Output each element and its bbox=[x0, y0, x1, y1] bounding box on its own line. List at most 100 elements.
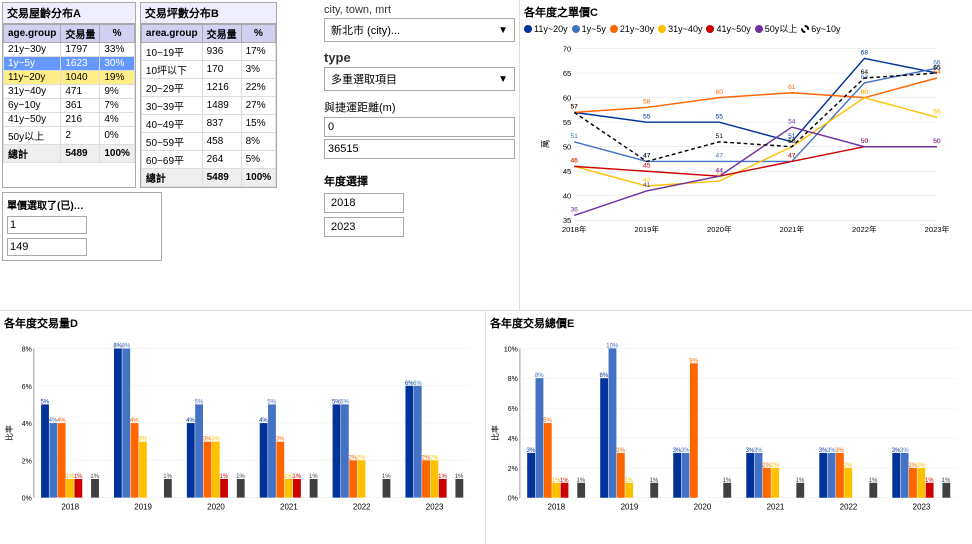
svg-text:2023年: 2023年 bbox=[925, 224, 950, 234]
single-price-input-1[interactable] bbox=[7, 216, 87, 234]
svg-text:2%: 2% bbox=[771, 463, 780, 469]
svg-text:1%: 1% bbox=[455, 474, 464, 480]
svg-text:1%: 1% bbox=[382, 474, 391, 480]
year-section: 年度選擇 bbox=[324, 173, 515, 241]
svg-text:3%: 3% bbox=[276, 437, 285, 443]
legend-item: 11y~20y bbox=[524, 22, 568, 35]
svg-text:51: 51 bbox=[716, 133, 724, 140]
svg-text:1%: 1% bbox=[577, 478, 586, 484]
city-filter-group: city, town, mrt 新北市 (city)... ▼ bbox=[324, 4, 515, 42]
svg-text:60: 60 bbox=[563, 94, 571, 103]
svg-text:2022: 2022 bbox=[353, 503, 371, 512]
svg-text:3%: 3% bbox=[835, 448, 844, 454]
svg-text:3%: 3% bbox=[211, 437, 220, 443]
svg-text:1%: 1% bbox=[90, 474, 99, 480]
svg-text:45: 45 bbox=[563, 167, 571, 176]
svg-text:6%: 6% bbox=[22, 384, 32, 391]
svg-text:1%: 1% bbox=[292, 474, 301, 480]
svg-text:2019: 2019 bbox=[621, 503, 639, 512]
table-a-header-2: % bbox=[100, 25, 135, 43]
svg-text:65: 65 bbox=[933, 64, 941, 71]
top-section: 交易屋齡分布A age.group 交易量 % 21y~30y179733%1y… bbox=[0, 0, 972, 310]
svg-text:2018年: 2018年 bbox=[562, 224, 587, 234]
chart-d-section: 各年度交易量D 0%2%4%6%8%5%4%4%1%1%1%20188%8%4%… bbox=[0, 311, 486, 544]
mrt-input-min[interactable] bbox=[324, 117, 515, 137]
year-title: 年度選擇 bbox=[324, 173, 515, 189]
city-dropdown-arrow-icon: ▼ bbox=[498, 25, 508, 36]
svg-text:4%: 4% bbox=[259, 418, 268, 424]
svg-text:2%: 2% bbox=[508, 466, 518, 473]
svg-text:60: 60 bbox=[861, 89, 869, 96]
table-b-header-0: area.group bbox=[141, 25, 202, 43]
svg-text:64: 64 bbox=[861, 69, 869, 76]
svg-text:45: 45 bbox=[643, 162, 651, 169]
svg-text:3%: 3% bbox=[616, 448, 625, 454]
single-price-section: 單價選取了(已)… bbox=[2, 192, 162, 261]
svg-text:2020: 2020 bbox=[694, 503, 712, 512]
chart-c-legend: 11y~20y1y~5y21y~30y31y~40y41y~50y50y以上6y… bbox=[524, 22, 968, 35]
single-price-title: 單價選取了(已)… bbox=[7, 197, 157, 212]
type-multi-select[interactable]: 多重選取項目 ▼ bbox=[324, 67, 515, 91]
svg-text:2023: 2023 bbox=[426, 503, 444, 512]
legend-item: 21y~30y bbox=[610, 22, 654, 35]
svg-text:3%: 3% bbox=[681, 448, 690, 454]
svg-text:2021: 2021 bbox=[767, 503, 785, 512]
svg-text:5%: 5% bbox=[543, 418, 552, 424]
svg-text:1%: 1% bbox=[309, 474, 318, 480]
table-a-title: 交易屋齡分布A bbox=[3, 3, 135, 24]
main-container: 交易屋齡分布A age.group 交易量 % 21y~30y179733%1y… bbox=[0, 0, 972, 544]
type-dropdown-arrow-icon: ▼ bbox=[498, 74, 508, 85]
svg-text:3%: 3% bbox=[138, 437, 147, 443]
table-a: age.group 交易量 % 21y~30y179733%1y~5y16233… bbox=[3, 24, 135, 163]
svg-text:比率: 比率 bbox=[4, 425, 14, 441]
city-filter-select[interactable]: 新北市 (city)... ▼ bbox=[324, 18, 515, 42]
mrt-input-max[interactable] bbox=[324, 139, 515, 159]
svg-text:4%: 4% bbox=[130, 418, 139, 424]
chart-e-title: 各年度交易總價E bbox=[490, 315, 968, 331]
svg-text:6%: 6% bbox=[413, 381, 422, 387]
type-filter-label: type bbox=[324, 50, 515, 65]
mrt-filter-label: 與捷運距離(m) bbox=[324, 99, 515, 115]
table-b-container: 交易坪數分布B area.group 交易量 % 10~19平93617%10坪… bbox=[140, 2, 277, 188]
svg-text:1%: 1% bbox=[625, 478, 634, 484]
svg-text:1%: 1% bbox=[650, 478, 659, 484]
type-filter-group: type 多重選取項目 ▼ bbox=[324, 50, 515, 91]
chart-e-section: 各年度交易總價E 0%2%4%6%8%10%3%8%5%1%1%1%20188%… bbox=[486, 311, 972, 544]
svg-text:1%: 1% bbox=[942, 478, 951, 484]
svg-text:61: 61 bbox=[788, 84, 796, 91]
svg-text:2%: 2% bbox=[22, 458, 32, 465]
year-input-start[interactable] bbox=[324, 193, 404, 213]
svg-text:5%: 5% bbox=[340, 399, 349, 405]
svg-text:68: 68 bbox=[861, 50, 869, 57]
type-multi-select-label: 多重選取項目 bbox=[331, 71, 397, 87]
svg-text:41: 41 bbox=[643, 182, 651, 189]
svg-text:54: 54 bbox=[788, 118, 796, 125]
svg-text:8%: 8% bbox=[535, 373, 544, 379]
svg-text:8%: 8% bbox=[22, 347, 32, 354]
svg-text:4%: 4% bbox=[22, 421, 32, 428]
svg-text:65: 65 bbox=[563, 69, 571, 78]
svg-text:50: 50 bbox=[861, 138, 869, 145]
table-b-title: 交易坪數分布B bbox=[141, 3, 276, 24]
single-price-input-2[interactable] bbox=[7, 238, 87, 256]
svg-text:10%: 10% bbox=[504, 346, 518, 353]
svg-text:1%: 1% bbox=[220, 474, 229, 480]
svg-text:36: 36 bbox=[570, 207, 578, 214]
left-tables: 交易屋齡分布A age.group 交易量 % 21y~30y179733%1y… bbox=[0, 0, 320, 310]
svg-text:5%: 5% bbox=[195, 399, 204, 405]
svg-text:51: 51 bbox=[570, 133, 578, 140]
svg-text:55: 55 bbox=[716, 113, 724, 120]
svg-text:1%: 1% bbox=[723, 478, 732, 484]
chart-d-svg: 0%2%4%6%8%5%4%4%1%1%1%20188%8%4%3%1%2019… bbox=[4, 333, 481, 533]
svg-text:8%: 8% bbox=[600, 373, 609, 379]
svg-text:2%: 2% bbox=[844, 463, 853, 469]
chart-c-section: 各年度之單價C 11y~20y1y~5y21y~30y31y~40y41y~50… bbox=[520, 0, 972, 310]
svg-text:55: 55 bbox=[643, 113, 651, 120]
year-input-end[interactable] bbox=[324, 217, 404, 237]
svg-text:1%: 1% bbox=[925, 478, 934, 484]
table-a-header-1: 交易量 bbox=[61, 25, 100, 43]
svg-text:2022: 2022 bbox=[840, 503, 858, 512]
svg-text:3%: 3% bbox=[900, 448, 909, 454]
svg-text:40: 40 bbox=[563, 192, 571, 201]
bottom-section: 各年度交易量D 0%2%4%6%8%5%4%4%1%1%1%20188%8%4%… bbox=[0, 310, 972, 544]
